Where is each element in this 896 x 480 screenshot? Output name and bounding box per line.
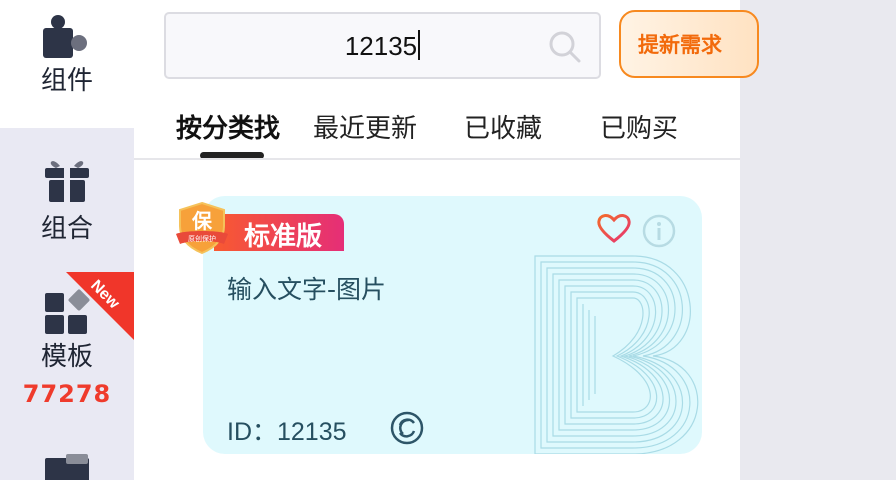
tabs-divider <box>134 158 740 160</box>
search-input[interactable]: 12135 <box>164 12 601 79</box>
template-count: 77278 <box>22 380 112 408</box>
tab-purchased[interactable]: 已购买 <box>600 108 678 145</box>
protection-shield-icon: 保 原创保护 <box>176 201 228 255</box>
gift-icon <box>45 161 89 202</box>
tab-by-category[interactable]: 按分类找 <box>176 108 280 145</box>
heart-icon[interactable] <box>596 212 632 244</box>
sidebar-item-label: 组合 <box>40 214 93 244</box>
info-icon[interactable] <box>641 213 677 249</box>
right-gutter <box>740 0 896 480</box>
new-request-label: 提新需求 <box>638 33 722 57</box>
sidebar: 组件 组合 模板 77278 New <box>0 0 134 480</box>
sidebar-item-components[interactable]: 组件 <box>0 0 134 128</box>
new-request-button[interactable]: 提新需求 <box>619 10 759 78</box>
shield-text: 保 <box>191 209 213 233</box>
tab-recent-updates[interactable]: 最近更新 <box>313 108 417 145</box>
share-icon[interactable] <box>389 410 425 446</box>
search-value: 12135 <box>166 30 599 62</box>
edition-badge: 标准版 <box>214 214 344 252</box>
sidebar-item-label: 模板 <box>40 342 93 372</box>
shield-subtext: 原创保护 <box>188 234 216 243</box>
puzzle-icon <box>43 15 87 58</box>
edition-badge-label: 标准版 <box>244 222 323 252</box>
letter-b-decoration <box>534 255 699 454</box>
search-icon[interactable] <box>548 30 582 64</box>
tab-favorites[interactable]: 已收藏 <box>464 108 542 145</box>
folder-icon <box>45 454 89 480</box>
card-id: ID：12135 <box>227 418 347 446</box>
sidebar-item-label: 组件 <box>40 66 93 96</box>
sidebar-item-combos[interactable]: 组合 <box>0 156 134 244</box>
sidebar-item-folder[interactable] <box>0 454 134 480</box>
text-caret <box>418 30 421 60</box>
new-badge: New <box>66 272 134 340</box>
card-title: 输入文字-图片 <box>227 275 387 304</box>
